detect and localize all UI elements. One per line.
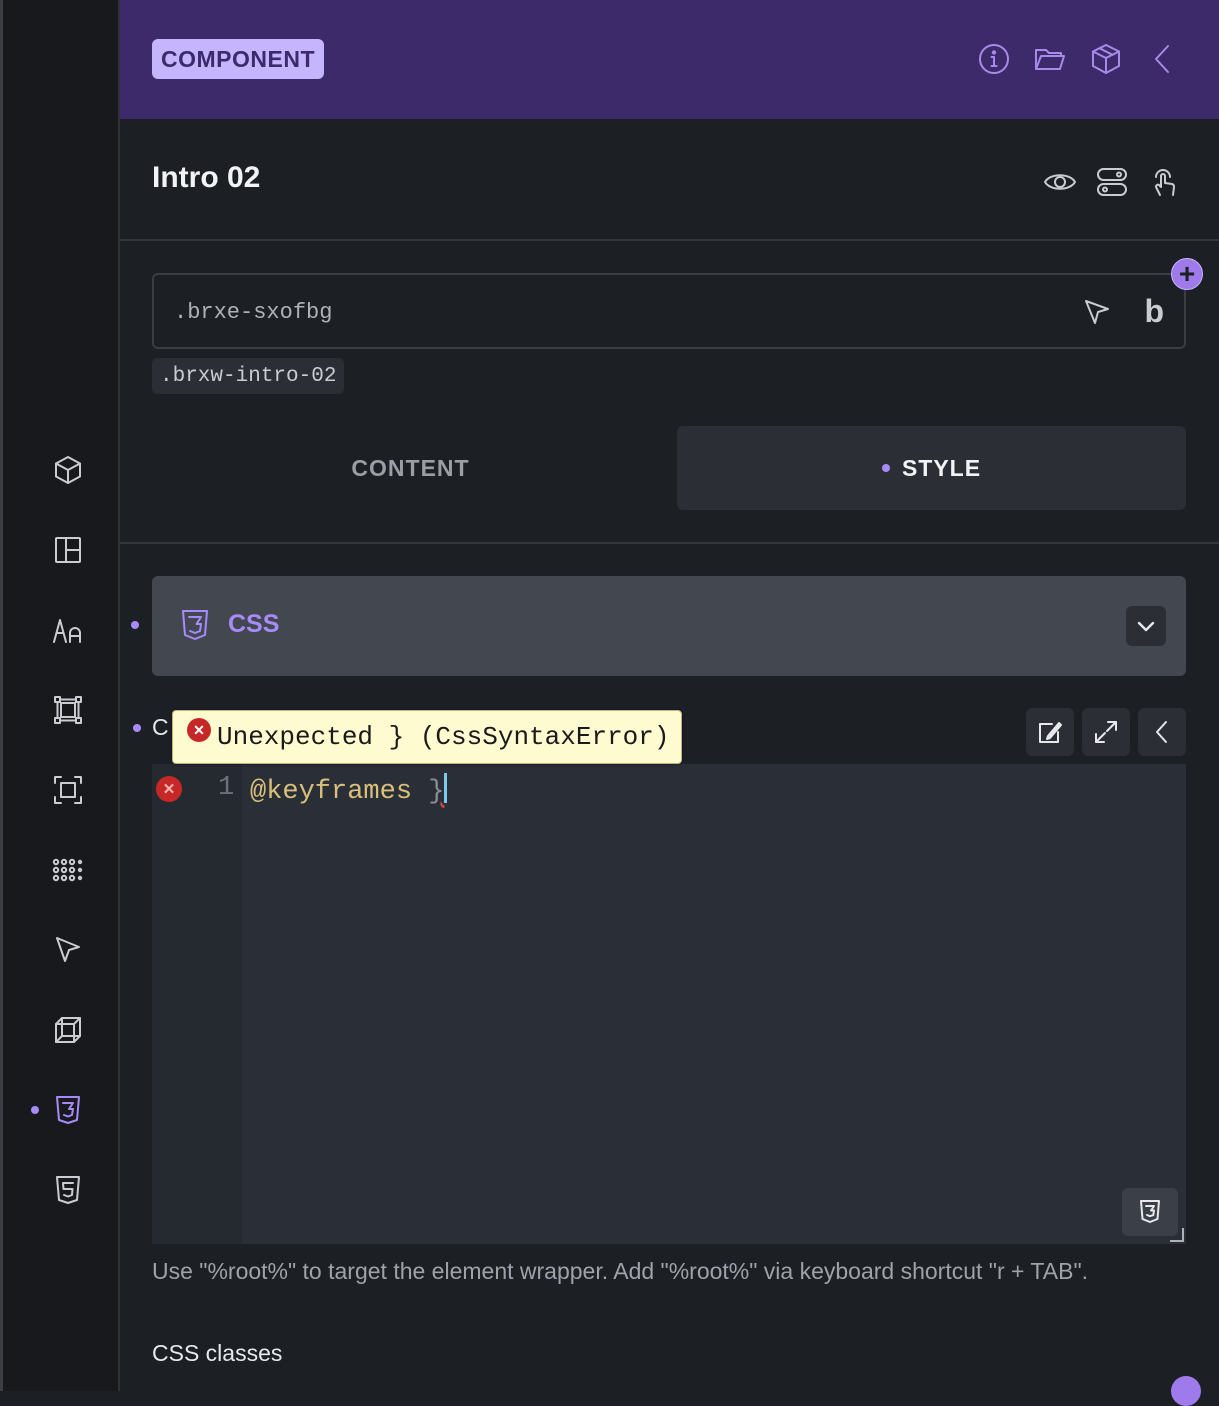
code-line[interactable]: @keyframes } xyxy=(250,773,448,807)
tab-style-label: STYLE xyxy=(901,454,982,481)
divider xyxy=(120,542,1219,544)
layout-icon[interactable] xyxy=(51,533,85,567)
css-control-group[interactable]: CSS xyxy=(152,576,1186,676)
help-text: Use "%root%" to target the element wrapp… xyxy=(152,1258,1089,1284)
tab-style[interactable]: STYLE xyxy=(677,426,1186,510)
typography-icon[interactable] xyxy=(51,613,85,647)
class-chip[interactable]: .brxw-intro-02 xyxy=(152,358,345,394)
tab-content[interactable]: CONTENT xyxy=(152,426,669,510)
chevron-left-icon[interactable] xyxy=(1138,708,1186,756)
info-icon[interactable] xyxy=(977,38,1011,80)
code-editor[interactable]: ✕ 1 @keyframes } xyxy=(152,764,1186,1244)
modified-dot xyxy=(131,621,139,629)
header-actions xyxy=(977,38,1179,80)
line-number: 1 xyxy=(218,773,235,803)
folder-icon[interactable] xyxy=(1033,38,1067,80)
error-tooltip: ✕ Unexpected } (CssSyntaxError) xyxy=(172,710,683,764)
css3-icon xyxy=(178,608,212,642)
editor-gutter: ✕ 1 xyxy=(152,764,242,1244)
error-icon[interactable]: ✕ xyxy=(156,776,182,802)
panel: COMPONENT Intro 02 .brxe-sxofbg b + .brx… xyxy=(120,0,1219,1406)
eye-icon[interactable] xyxy=(1043,161,1077,203)
toggle-icon[interactable] xyxy=(1095,161,1129,203)
code-keyword: @keyframes xyxy=(250,777,413,807)
modified-dot xyxy=(881,464,890,472)
page-title: Intro 02 xyxy=(152,161,261,194)
sidebar xyxy=(3,0,120,1391)
text-caret xyxy=(444,773,448,803)
box-icon[interactable] xyxy=(51,453,85,487)
grid-dots-icon[interactable] xyxy=(51,853,85,887)
resize-handle[interactable] xyxy=(1170,1228,1184,1242)
modified-dot xyxy=(133,724,141,732)
sizing-icon[interactable] xyxy=(51,773,85,807)
control-label: C xyxy=(152,714,169,740)
element-title-row: Intro 02 xyxy=(120,119,1219,241)
css3-icon[interactable] xyxy=(51,1093,85,1127)
box-icon[interactable] xyxy=(1089,38,1123,80)
pointer-touch-icon[interactable] xyxy=(1147,161,1181,203)
transform-icon[interactable] xyxy=(51,1013,85,1047)
chevron-left-icon[interactable] xyxy=(1145,38,1179,80)
expand-icon[interactable] xyxy=(1082,708,1130,756)
code-toolbar xyxy=(1026,708,1186,756)
tabs: CONTENT STYLE xyxy=(152,426,1186,510)
error-message: Unexpected } (CssSyntaxError) xyxy=(217,722,670,752)
pointer-icon[interactable] xyxy=(51,933,85,967)
code-brace: } xyxy=(428,777,445,807)
chevron-down-icon[interactable] xyxy=(1126,606,1166,646)
spacing-icon[interactable] xyxy=(51,693,85,727)
add-class-button[interactable]: + xyxy=(1171,258,1203,290)
cursor-select-icon[interactable] xyxy=(1082,297,1112,327)
element-actions xyxy=(1043,161,1181,203)
class-selector-input[interactable] xyxy=(172,275,1056,349)
css-classes-label: CSS classes xyxy=(152,1340,283,1366)
tab-content-label: CONTENT xyxy=(351,454,470,481)
link-button[interactable] xyxy=(1171,1376,1201,1406)
active-indicator-dot xyxy=(31,1106,39,1114)
group-label: CSS xyxy=(228,610,280,638)
html5-icon[interactable] xyxy=(51,1173,85,1207)
class-selector: b xyxy=(152,273,1186,349)
error-icon: ✕ xyxy=(187,718,211,742)
builder-b-button[interactable]: b xyxy=(1144,293,1164,330)
ai-edit-icon[interactable] xyxy=(1026,708,1074,756)
panel-header: COMPONENT xyxy=(120,0,1219,119)
component-badge: COMPONENT xyxy=(152,39,324,79)
